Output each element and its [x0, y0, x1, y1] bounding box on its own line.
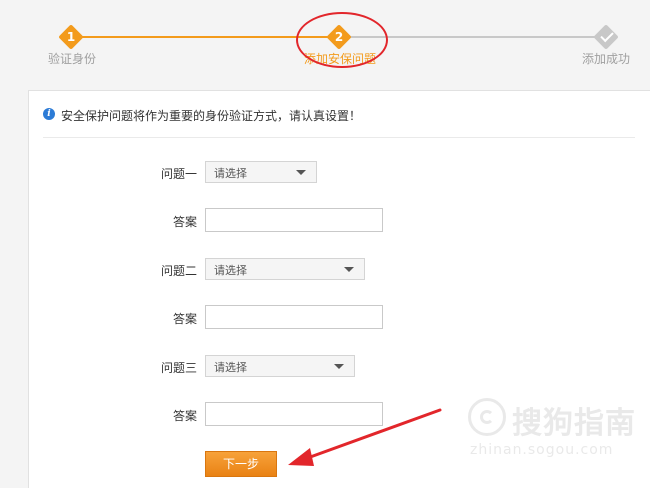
chevron-down-icon — [334, 364, 344, 369]
notice-text: 安全保护问题将作为重要的身份验证方式，请认真设置！ — [61, 109, 362, 123]
step-1-number: 1 — [66, 30, 76, 44]
question-2-label: 问题二 — [160, 264, 197, 278]
question-3-select[interactable]: 请选择 — [205, 355, 355, 377]
answer-1-input[interactable] — [205, 208, 383, 232]
annotation-highlight-circle — [296, 12, 388, 68]
chevron-down-icon — [344, 267, 354, 272]
step-1-label: 验证身份 — [48, 52, 97, 66]
question-1-select-value: 请选择 — [214, 167, 247, 180]
question-2-select-value: 请选择 — [214, 264, 247, 277]
watermark-brand: 搜狗指南 — [512, 406, 636, 441]
watermark: 搜狗指南 zhinan.sogou.com — [468, 396, 648, 466]
next-step-button[interactable]: 下一步 — [205, 451, 277, 477]
question-1-label: 问题一 — [160, 167, 197, 181]
answer-1-label: 答案 — [172, 215, 197, 229]
watermark-url: zhinan.sogou.com — [470, 442, 614, 458]
question-2-select[interactable]: 请选择 — [205, 258, 365, 280]
answer-2-input[interactable] — [205, 305, 383, 329]
chevron-down-icon — [296, 170, 306, 175]
question-1-select[interactable]: 请选择 — [205, 161, 317, 183]
stepper-line-completed — [80, 36, 330, 38]
question-3-select-value: 请选择 — [214, 361, 247, 374]
info-icon: i — [43, 108, 55, 120]
annotation-arrow-icon — [288, 408, 442, 466]
sogou-logo-icon — [468, 398, 506, 436]
progress-stepper: 1 验证身份 2 添加安保问题 添加成功 — [0, 0, 650, 80]
answer-2-label: 答案 — [172, 312, 197, 326]
step-3-label: 添加成功 — [582, 52, 631, 66]
page: 1 验证身份 2 添加安保问题 添加成功 i 安全保护问题将作为重要的身份验证方… — [0, 0, 650, 488]
question-3-label: 问题三 — [160, 361, 197, 375]
answer-3-label: 答案 — [172, 409, 197, 423]
notice-bar: i 安全保护问题将作为重要的身份验证方式，请认真设置！ — [43, 107, 635, 138]
